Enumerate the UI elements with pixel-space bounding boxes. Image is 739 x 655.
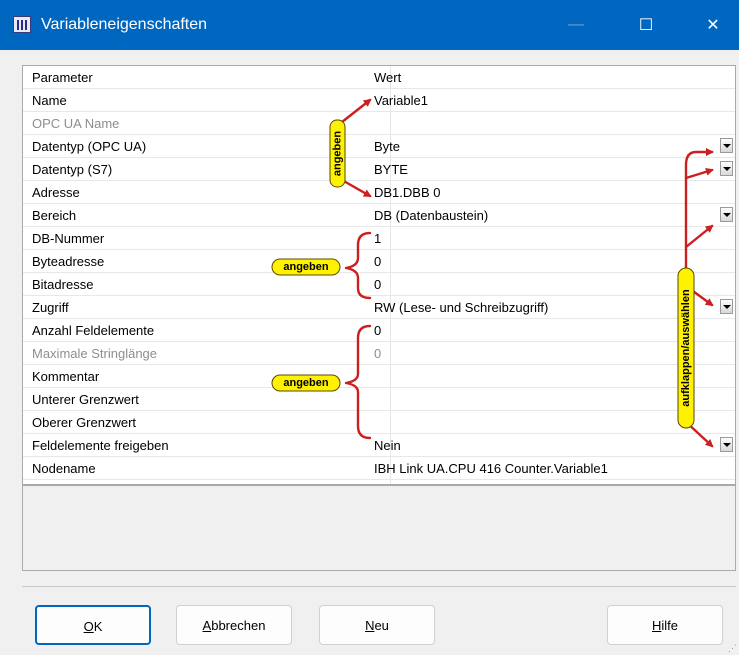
annotation-overlay: angeben angeben angeben aufklappen/auswä… bbox=[271, 98, 714, 448]
arrow-to-datentyp-s7 bbox=[684, 167, 714, 180]
brace-fields bbox=[344, 324, 372, 440]
brace-address bbox=[344, 231, 372, 300]
arrow-to-bereich bbox=[684, 224, 714, 249]
angeben-kommentar-label: angeben bbox=[271, 374, 341, 392]
svg-text:aufklappen/auswählen: aufklappen/auswählen bbox=[680, 289, 692, 407]
svg-text:angeben: angeben bbox=[332, 131, 344, 177]
angeben-vertical-label: angeben bbox=[329, 119, 346, 188]
angeben-byte-label: angeben bbox=[271, 258, 341, 276]
arrow-to-adresse bbox=[340, 178, 372, 198]
aufklappen-label: aufklappen/auswählen bbox=[677, 267, 695, 429]
svg-text:angeben: angeben bbox=[283, 377, 329, 389]
arrow-to-name bbox=[340, 98, 372, 124]
svg-text:angeben: angeben bbox=[283, 261, 329, 273]
